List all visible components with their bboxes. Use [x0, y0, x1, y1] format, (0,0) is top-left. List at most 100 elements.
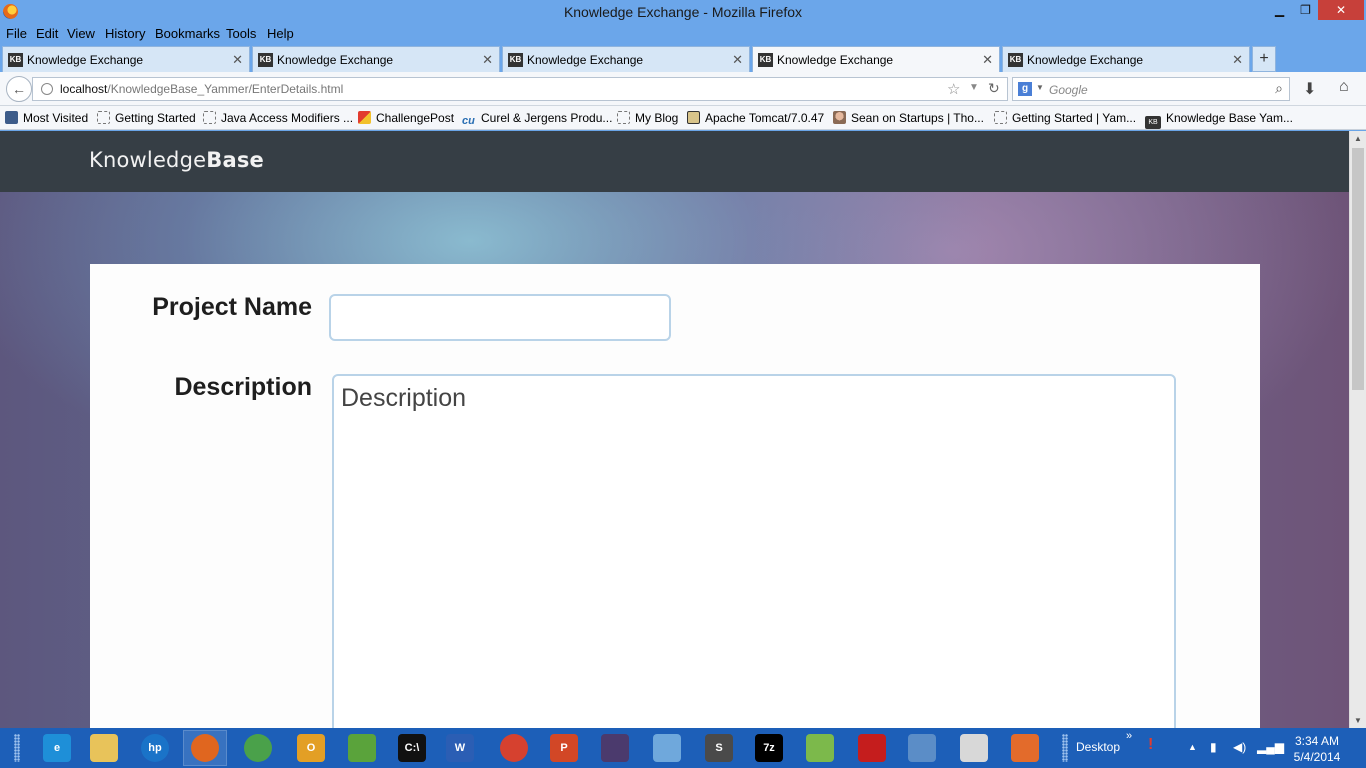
taskbar-app-button[interactable]: [236, 730, 280, 766]
back-button[interactable]: ←: [6, 76, 32, 102]
project-name-input[interactable]: [329, 294, 671, 341]
bookmark-curel-jergens[interactable]: cu Curel & Jergens Produ...: [462, 111, 612, 128]
scroll-up-arrow-icon[interactable]: ▲: [1354, 134, 1362, 143]
page-icon: [994, 111, 1007, 124]
window-titlebar: Knowledge Exchange - Mozilla Firefox ▁ ❐…: [0, 0, 1366, 24]
google-icon[interactable]: g: [1018, 82, 1032, 96]
close-window-button[interactable]: ✕: [1318, 0, 1364, 20]
description-textarea[interactable]: [332, 374, 1176, 728]
reload-icon[interactable]: ↻: [988, 80, 1000, 97]
toolbar-more-icon[interactable]: »: [1126, 730, 1132, 742]
bookmark-getting-started-yammer[interactable]: Getting Started | Yam...: [994, 111, 1136, 125]
volume-icon[interactable]: ◀): [1233, 740, 1246, 754]
eclipse-java-ee-icon: [601, 734, 629, 762]
bookmark-knowledge-base-yammer[interactable]: KB Knowledge Base Yam...: [1145, 111, 1293, 129]
browser-tab-active[interactable]: KB Knowledge Exchange ✕: [752, 46, 1000, 72]
bookmark-folder-icon: [5, 111, 18, 124]
kb-favicon-icon: KB: [8, 53, 23, 67]
search-input[interactable]: Google: [1049, 83, 1088, 97]
page-viewport: KnowledgeBase Project Name Description: [0, 131, 1349, 728]
scrollbar-thumb[interactable]: [1352, 148, 1364, 390]
menu-tools[interactable]: Tools: [226, 26, 256, 41]
sublime-text-icon: S: [705, 734, 733, 762]
downloads-icon[interactable]: ⬇: [1303, 79, 1316, 99]
bookmark-star-icon[interactable]: ☆: [947, 80, 960, 98]
browser-tab[interactable]: KB Knowledge Exchange ✕: [252, 46, 500, 72]
menu-help[interactable]: Help: [267, 26, 294, 41]
taskbar-app-button[interactable]: [900, 730, 944, 766]
details-form-panel: Project Name Description: [90, 264, 1260, 728]
taskbar-app-button[interactable]: [798, 730, 842, 766]
search-bar[interactable]: g ▼ Google ⌕: [1012, 77, 1290, 101]
taskbar-app-button[interactable]: O: [289, 730, 333, 766]
search-icon[interactable]: ⌕: [1275, 80, 1283, 97]
bookmark-my-blog[interactable]: My Blog: [617, 111, 678, 125]
menu-file[interactable]: File: [6, 26, 27, 41]
desktop-toolbar-label[interactable]: Desktop: [1076, 740, 1120, 754]
file-explorer-icon: [90, 734, 118, 762]
taskbar-app-button[interactable]: hp: [133, 730, 177, 766]
scroll-down-arrow-icon[interactable]: ▼: [1354, 716, 1362, 725]
bookmark-most-visited[interactable]: Most Visited: [5, 111, 88, 125]
taskbar-app-button[interactable]: [593, 730, 637, 766]
taskbar-app-button[interactable]: [952, 730, 996, 766]
menu-bookmarks[interactable]: Bookmarks: [155, 26, 220, 41]
browser-tab[interactable]: KB Knowledge Exchange ✕: [1002, 46, 1250, 72]
bookmark-getting-started[interactable]: Getting Started: [97, 111, 196, 125]
taskbar-app-button[interactable]: C:\: [390, 730, 434, 766]
tab-strip: KB Knowledge Exchange ✕ KB Knowledge Exc…: [0, 44, 1366, 72]
show-hidden-icons-icon[interactable]: ▲: [1188, 742, 1197, 752]
taskbar-app-button[interactable]: [183, 730, 227, 766]
network-signal-icon[interactable]: ▂▄▆: [1257, 740, 1284, 754]
tab-close-icon[interactable]: ✕: [982, 52, 993, 68]
taskbar-app-button[interactable]: [1003, 730, 1047, 766]
action-center-flag-icon[interactable]: !: [1148, 736, 1153, 754]
taskbar-app-button[interactable]: [492, 730, 536, 766]
browser-tab[interactable]: KB Knowledge Exchange ✕: [502, 46, 750, 72]
tab-close-icon[interactable]: ✕: [732, 52, 743, 68]
url-bar[interactable]: localhost/KnowledgeBase_Yammer/EnterDeta…: [32, 77, 1008, 101]
menu-view[interactable]: View: [67, 26, 95, 41]
bookmark-sean-on-startups[interactable]: Sean on Startups | Tho...: [833, 111, 984, 125]
taskbar-app-button[interactable]: W: [438, 730, 482, 766]
taskbar-grip: [14, 734, 20, 762]
globe-icon[interactable]: [41, 83, 53, 95]
home-icon[interactable]: ⌂: [1339, 78, 1349, 96]
bookmark-java-access-modifiers[interactable]: Java Access Modifiers ...: [203, 111, 353, 125]
java-icon: [960, 734, 988, 762]
tab-close-icon[interactable]: ✕: [232, 52, 243, 68]
menu-edit[interactable]: Edit: [36, 26, 58, 41]
new-tab-button[interactable]: +: [1252, 46, 1276, 72]
taskbar-app-button[interactable]: [82, 730, 126, 766]
search-engine-dropdown-icon[interactable]: ▼: [1036, 83, 1044, 92]
maximize-button[interactable]: ❐: [1292, 0, 1319, 20]
window-title: Knowledge Exchange - Mozilla Firefox: [563, 4, 803, 20]
bookmark-challengepost[interactable]: ChallengePost: [358, 111, 454, 125]
tab-close-icon[interactable]: ✕: [482, 52, 493, 68]
taskbar-app-button[interactable]: 7z: [747, 730, 791, 766]
description-label: Description: [174, 373, 312, 401]
kb-favicon-icon: KB: [1008, 53, 1023, 67]
history-dropdown-icon[interactable]: ▼: [969, 82, 979, 93]
taskbar-app-button[interactable]: [850, 730, 894, 766]
minimize-button[interactable]: ▁: [1266, 0, 1293, 20]
taskbar-app-button[interactable]: S: [697, 730, 741, 766]
taskbar-app-button[interactable]: [340, 730, 384, 766]
notepad-plus-icon: [806, 734, 834, 762]
taskbar-app-button[interactable]: e: [35, 730, 79, 766]
browser-tab[interactable]: KB Knowledge Exchange ✕: [2, 46, 250, 72]
menu-history[interactable]: History: [105, 26, 145, 41]
url-text[interactable]: localhost/KnowledgeBase_Yammer/EnterDeta…: [60, 82, 343, 96]
tab-close-icon[interactable]: ✕: [1232, 52, 1243, 68]
kb-icon: KB: [1145, 116, 1161, 129]
internet-explorer-icon: e: [43, 734, 71, 762]
power-icon[interactable]: ▮: [1210, 740, 1217, 754]
taskbar-app-button[interactable]: P: [542, 730, 586, 766]
bookmark-apache-tomcat[interactable]: Apache Tomcat/7.0.47: [687, 111, 824, 125]
kb-favicon-icon: KB: [508, 53, 523, 67]
page-scrollbar[interactable]: ▲ ▼: [1349, 131, 1366, 728]
taskbar-app-button[interactable]: [645, 730, 689, 766]
site-brand-logo[interactable]: KnowledgeBase: [89, 148, 264, 172]
acrobat-icon: [858, 734, 886, 762]
system-clock[interactable]: 3:34 AM 5/4/2014: [1286, 733, 1348, 765]
